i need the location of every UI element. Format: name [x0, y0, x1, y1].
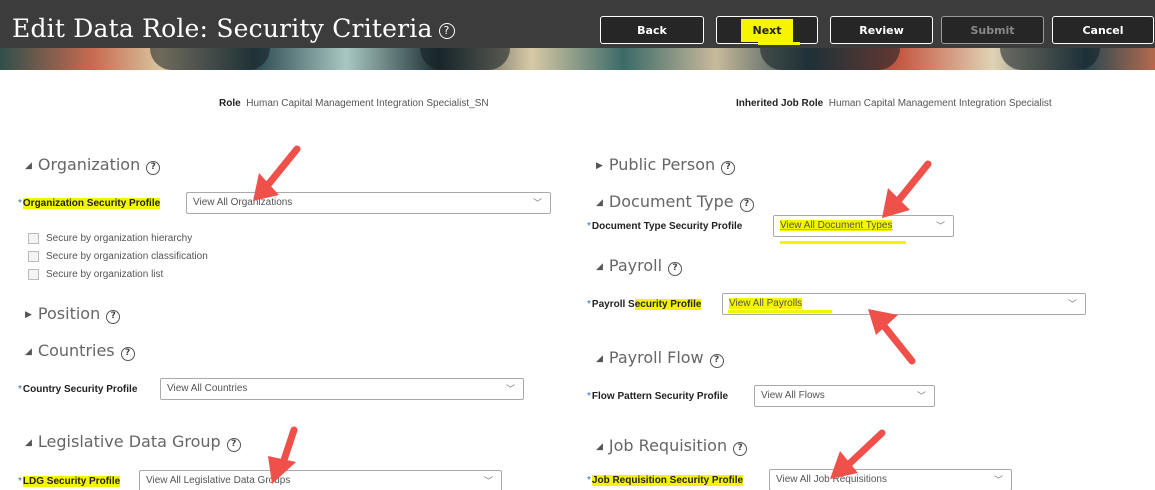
- expand-icon: ◢: [25, 161, 32, 171]
- chevron-down-icon: ﹀: [483, 476, 493, 486]
- expand-icon: ◢: [596, 198, 603, 208]
- help-icon[interactable]: ?: [146, 161, 161, 175]
- section-public-person[interactable]: ▶ Public Person?: [596, 155, 736, 175]
- job-requisition-security-profile-select[interactable]: View All Job Requisitions ﹀: [769, 469, 1012, 490]
- section-organization[interactable]: ◢ Organization?: [25, 155, 161, 175]
- help-icon[interactable]: ?: [733, 442, 748, 456]
- section-countries[interactable]: ◢ Countries?: [25, 341, 135, 361]
- expand-icon: ◢: [596, 262, 603, 272]
- expand-icon: ◢: [25, 438, 32, 448]
- payroll-security-profile-label: *Payroll Security Profile: [587, 299, 702, 310]
- inherited-role-info: Inherited Job Role Human Capital Managem…: [736, 98, 1052, 109]
- annotation-arrow-icon: [253, 145, 301, 201]
- secure-by-hierarchy-checkbox[interactable]: Secure by organization hierarchy: [28, 233, 192, 244]
- job-requisition-security-profile-label: *Job Requisition Security Profile: [587, 475, 744, 486]
- flow-pattern-security-profile-label: *Flow Pattern Security Profile: [587, 391, 729, 402]
- help-icon[interactable]: ?: [120, 347, 135, 361]
- section-job-requisition[interactable]: ◢ Job Requisition?: [596, 436, 748, 456]
- help-icon[interactable]: ?: [709, 354, 724, 368]
- submit-button[interactable]: Submit: [941, 16, 1044, 44]
- flow-pattern-security-profile-select[interactable]: View All Flows ﹀: [754, 385, 935, 407]
- help-icon[interactable]: ?: [721, 161, 736, 175]
- section-payroll[interactable]: ◢ Payroll?: [596, 256, 683, 276]
- expand-icon: ◢: [596, 442, 603, 452]
- help-icon[interactable]: ?: [226, 438, 241, 452]
- review-button[interactable]: Review: [830, 16, 933, 44]
- page-header: Edit Data Role: Security Criteria? Back …: [0, 0, 1155, 70]
- chevron-down-icon: ﹀: [993, 475, 1003, 485]
- highlight-mark: [780, 241, 906, 244]
- annotation-arrow-icon: [868, 309, 916, 365]
- highlight-mark: [728, 310, 832, 313]
- help-icon[interactable]: ?: [739, 198, 754, 212]
- collapse-icon: ▶: [25, 310, 32, 320]
- section-position[interactable]: ▶ Position?: [25, 304, 121, 324]
- next-button[interactable]: Next: [716, 16, 818, 44]
- country-security-profile-label: *Country Security Profile: [18, 384, 138, 395]
- document-type-security-profile-label: *Document Type Security Profile: [587, 221, 743, 232]
- country-security-profile-select[interactable]: View All Countries ﹀: [160, 378, 524, 400]
- section-document-type[interactable]: ◢ Document Type?: [596, 192, 754, 212]
- annotation-arrow-icon: [830, 429, 886, 479]
- page-title: Edit Data Role: Security Criteria?: [12, 14, 455, 43]
- annotation-arrow-icon: [268, 426, 298, 484]
- organization-security-profile-select[interactable]: View All Organizations ﹀: [186, 192, 551, 214]
- help-icon[interactable]: ?: [668, 262, 683, 276]
- cancel-button[interactable]: Cancel: [1052, 16, 1154, 44]
- help-icon[interactable]: ?: [106, 310, 121, 324]
- role-info: Role Human Capital Management Integratio…: [219, 98, 489, 109]
- organization-security-profile-label: *Organization Security Profile: [18, 198, 161, 209]
- collapse-icon: ▶: [596, 161, 603, 171]
- chevron-down-icon: ﹀: [505, 384, 515, 394]
- ldg-security-profile-label: *LDG Security Profile: [18, 476, 121, 487]
- section-payroll-flow[interactable]: ◢ Payroll Flow?: [596, 348, 724, 368]
- chevron-down-icon: ﹀: [1067, 299, 1077, 309]
- expand-icon: ◢: [25, 347, 32, 357]
- chevron-down-icon: ﹀: [916, 391, 926, 401]
- annotation-arrow-icon: [882, 160, 932, 218]
- back-button[interactable]: Back: [600, 16, 704, 44]
- expand-icon: ◢: [596, 354, 603, 364]
- decorative-banner: [0, 48, 1155, 70]
- secure-by-classification-checkbox[interactable]: Secure by organization classification: [28, 251, 208, 262]
- help-icon[interactable]: ?: [438, 22, 455, 39]
- highlight-mark: [758, 42, 800, 45]
- section-legislative-data-group[interactable]: ◢ Legislative Data Group?: [25, 432, 241, 452]
- secure-by-list-checkbox[interactable]: Secure by organization list: [28, 269, 163, 280]
- chevron-down-icon: ﹀: [532, 198, 542, 208]
